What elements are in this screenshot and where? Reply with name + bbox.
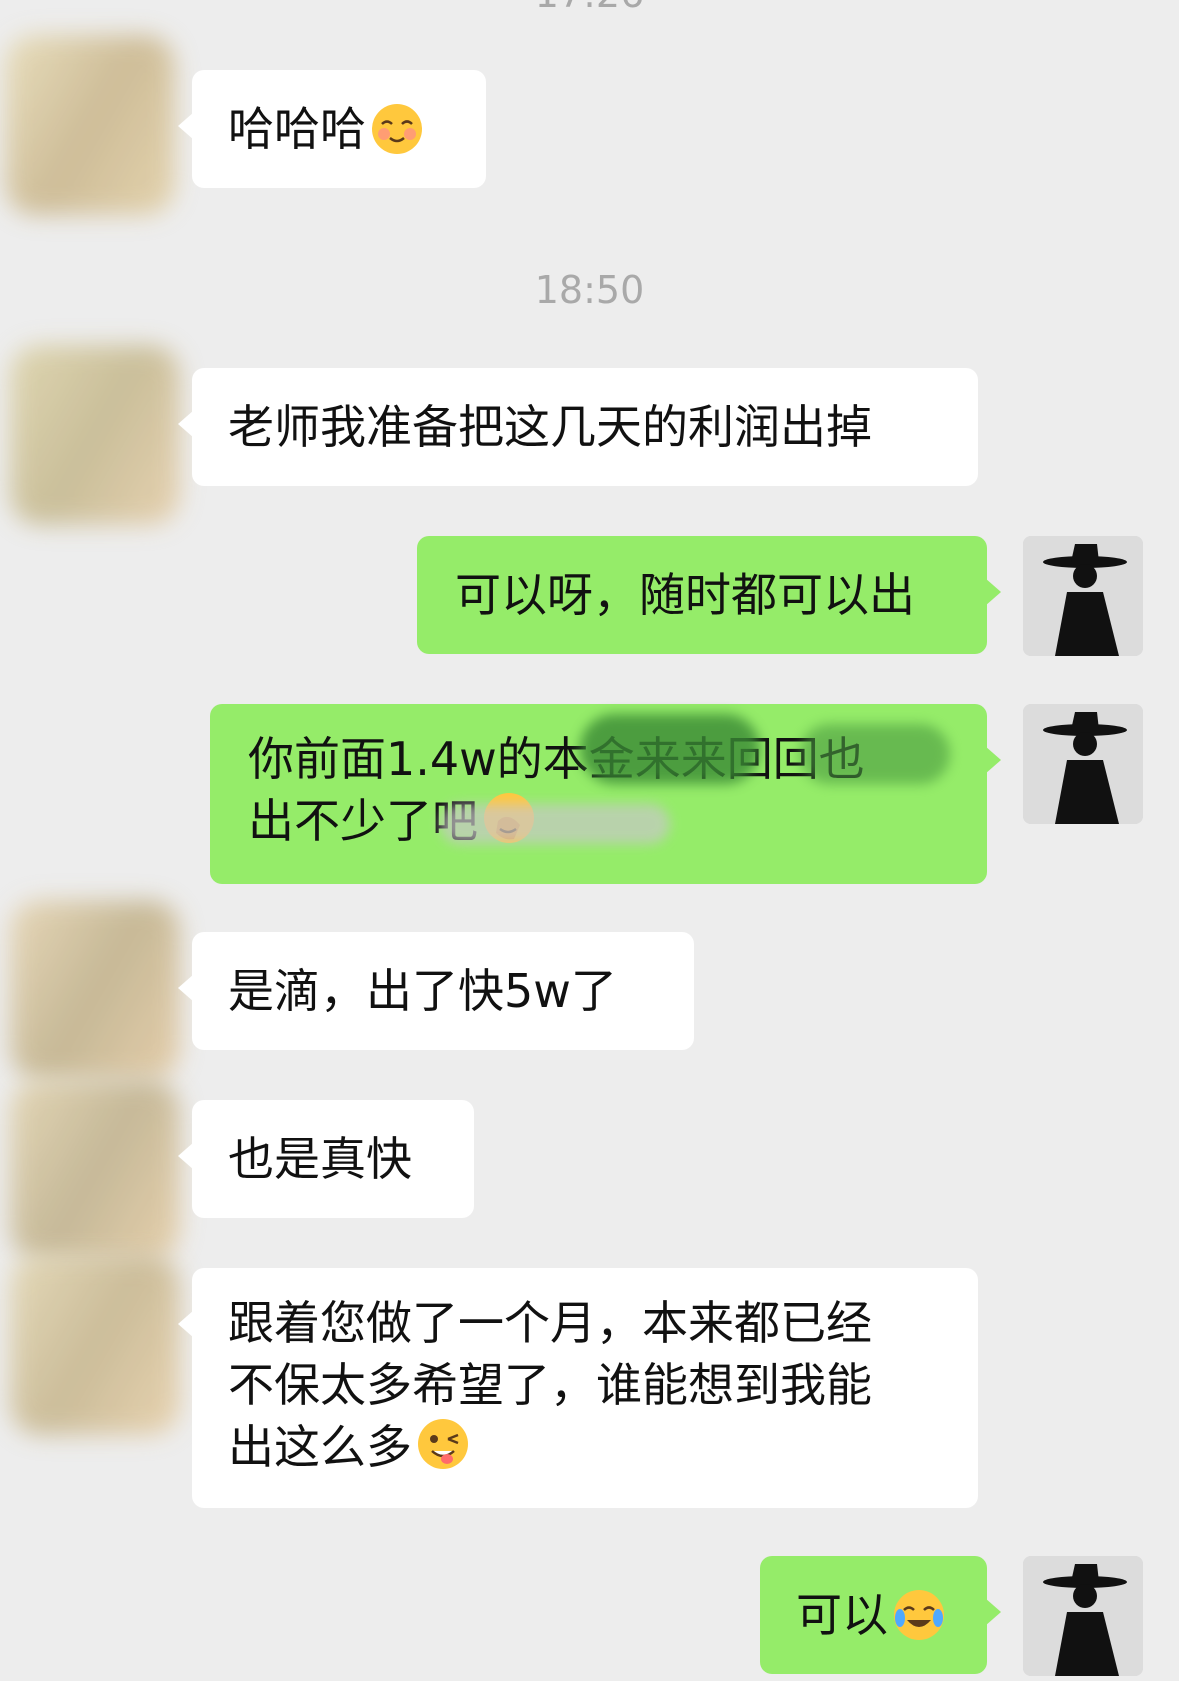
- blush-emoji-icon: [372, 104, 422, 154]
- user-avatar[interactable]: [1023, 704, 1143, 824]
- message-text-line: 不保太多希望了，谁能想到我能: [228, 1358, 872, 1412]
- message-bubble-incoming[interactable]: 是滴，出了快5w了: [178, 932, 694, 1050]
- hat-figure-avatar-icon: [1023, 1556, 1143, 1676]
- redaction-scribble: [440, 804, 670, 844]
- timestamp: 18:50: [534, 268, 645, 312]
- contact-avatar-blurred[interactable]: [10, 900, 180, 1080]
- message-text-line: 出这么多: [228, 1416, 942, 1478]
- message-bubble-incoming[interactable]: 哈哈哈: [178, 70, 486, 188]
- message-text: 可以: [796, 1588, 888, 1642]
- timestamp-top: 17:26: [0, 0, 1179, 18]
- message-bubble-incoming[interactable]: 老师我准备把这几天的利润出掉: [178, 368, 978, 486]
- message-text: 也是真快: [228, 1132, 412, 1186]
- message-bubble-incoming[interactable]: 跟着您做了一个月，本来都已经 不保太多希望了，谁能想到我能 出这么多: [178, 1268, 978, 1508]
- redaction-scribble: [580, 714, 760, 784]
- message-text: 是滴，出了快5w了: [228, 964, 617, 1018]
- message-bubble-outgoing-redacted[interactable]: 你前面1.4w的本金来来回回也 出不少了吧: [210, 704, 1001, 884]
- message-text-line: 跟着您做了一个月，本来都已经: [228, 1296, 872, 1350]
- contact-avatar-blurred[interactable]: [10, 345, 180, 525]
- message-bubble-outgoing[interactable]: 可以呀，随时都可以出: [417, 536, 1001, 654]
- user-avatar[interactable]: [1023, 1556, 1143, 1676]
- message-text: 老师我准备把这几天的利润出掉: [228, 400, 872, 454]
- contact-avatar-blurred[interactable]: [5, 35, 175, 215]
- message-text: 可以呀，随时都可以出: [455, 568, 915, 622]
- hat-figure-avatar-icon: [1023, 704, 1143, 824]
- message-bubble-outgoing[interactable]: 可以: [760, 1556, 1001, 1674]
- contact-avatar-blurred[interactable]: [10, 1080, 180, 1260]
- message-bubble-incoming[interactable]: 也是真快: [178, 1100, 474, 1218]
- hat-figure-avatar-icon: [1023, 536, 1143, 656]
- redaction-scribble: [800, 724, 950, 784]
- message-text: 哈哈哈: [228, 102, 366, 156]
- user-avatar[interactable]: [1023, 536, 1143, 656]
- wink-tongue-emoji-icon: [418, 1419, 468, 1469]
- tears-of-joy-emoji-icon: [894, 1590, 944, 1640]
- contact-avatar-blurred[interactable]: [10, 1255, 180, 1435]
